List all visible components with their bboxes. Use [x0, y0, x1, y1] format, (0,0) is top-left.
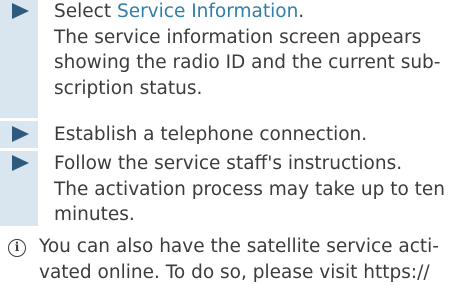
step-1-detail-line: scription status. [54, 76, 463, 102]
info-note: You can also have the satellite service … [39, 234, 463, 285]
step-arrow-icon [12, 155, 29, 171]
step-3-detail-line: minutes. [54, 202, 463, 228]
step-1-detail-line: The service information screen appears [54, 25, 463, 51]
step-arrow-icon [12, 126, 29, 142]
step-1: Select Service Information. The service … [54, 0, 463, 101]
step-arrow-icon [12, 3, 29, 19]
step-3-detail-line: The activation process may take up to te… [54, 177, 463, 203]
step-2: Establish a telephone connection. [54, 122, 463, 148]
step-3-action: Follow the service staff's instructions. [54, 151, 463, 177]
step-2-action: Establish a telephone connection. [54, 122, 463, 148]
info-note-line: You can also have the satellite service … [39, 234, 463, 260]
step-1-detail-line: showing the radio ID and the current sub… [54, 50, 463, 76]
info-note-line: vated online. To do so, please visit htt… [39, 260, 463, 285]
step-3: Follow the service staff's instructions.… [54, 151, 463, 228]
info-icon: i [8, 239, 26, 257]
step-1-action: Select Service Information. [54, 0, 463, 25]
service-information-link[interactable]: Service Information [117, 1, 298, 22]
